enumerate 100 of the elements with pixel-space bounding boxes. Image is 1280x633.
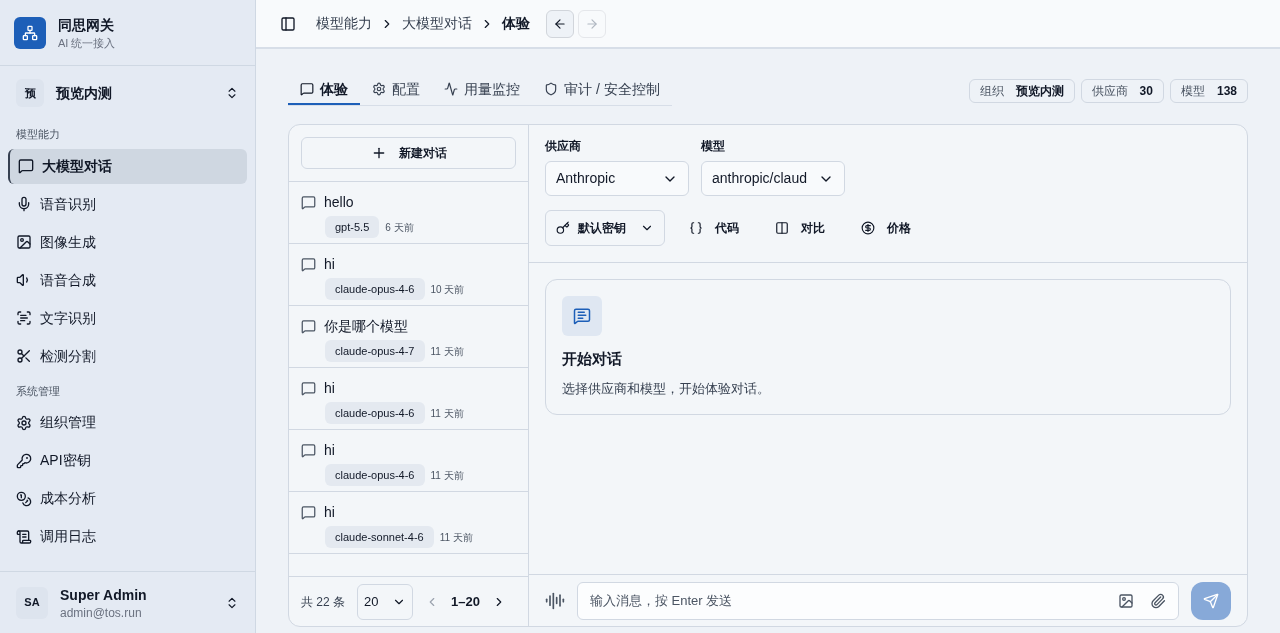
conversation-time: 11 天前 — [430, 468, 464, 483]
conversation-time: 6 天前 — [385, 220, 414, 235]
chat-icon — [301, 505, 316, 520]
columns-icon — [775, 221, 789, 235]
scissors-icon — [16, 348, 32, 364]
chat-icon — [301, 257, 316, 272]
send-icon — [1203, 592, 1219, 609]
stat-chip: 模型 138 — [1169, 78, 1248, 103]
chat-icon — [301, 381, 316, 396]
section-heading: 系统管理 — [15, 383, 61, 399]
tab[interactable]: 审计 / 安全控制 — [532, 75, 672, 105]
conversation-item[interactable]: hi claude-sonnet-4-6 11 天前 — [289, 492, 528, 554]
scan-text-icon — [16, 310, 32, 326]
microphone-icon — [16, 196, 32, 212]
workspace-badge: 预 — [16, 79, 44, 107]
toolbar-button[interactable]: 价格 — [849, 210, 923, 246]
image-icon[interactable] — [1118, 592, 1134, 609]
settings-icon — [16, 414, 32, 431]
breadcrumb-item: 体验 — [502, 14, 530, 33]
sidebar-item[interactable]: API密钥 — [8, 443, 247, 478]
sidebar-item[interactable]: 大模型对话 — [8, 148, 247, 184]
tab[interactable]: 用量监控 — [432, 75, 532, 105]
paperclip-icon[interactable] — [1150, 592, 1166, 609]
key-select[interactable]: 默认密钥 — [545, 210, 665, 246]
conversation-title: 你是哪个模型 — [324, 317, 408, 336]
total-count: 共 22 条 — [301, 593, 345, 611]
conversation-time: 11 天前 — [430, 406, 464, 421]
sidebar-item[interactable]: 语音合成 — [8, 262, 247, 298]
sidebar-item[interactable]: 检测分割 — [8, 338, 247, 374]
model-tag: claude-opus-4-7 — [325, 340, 425, 362]
sidebar-item[interactable]: 组织管理 — [8, 405, 247, 440]
conversation-item[interactable]: hi claude-opus-4-6 11 天前 — [289, 430, 528, 492]
chat-text-icon — [562, 296, 602, 336]
model-tag: claude-sonnet-4-6 — [325, 526, 434, 548]
user-avatar: SA — [16, 586, 48, 619]
sidebar-toggle-icon[interactable] — [280, 15, 296, 32]
sidebar-item[interactable]: 文字识别 — [8, 300, 247, 336]
message-input[interactable]: 输入消息，按 Enter 发送 — [590, 590, 1102, 611]
model-tag: claude-opus-4-6 — [325, 464, 425, 486]
shield-icon — [544, 82, 558, 96]
workspace-switcher[interactable]: 预 预览内测 — [16, 78, 239, 108]
conversation-item[interactable]: hi claude-opus-4-6 11 天前 — [289, 368, 528, 430]
settings-icon — [372, 82, 386, 96]
chat-icon — [301, 443, 316, 458]
conversation-title: hi — [324, 503, 335, 522]
field-label: 模型 — [701, 138, 726, 155]
conversation-title: hi — [324, 379, 335, 398]
sidebar-item[interactable]: 语音识别 — [8, 186, 247, 222]
new-chat-button[interactable]: 新建对话 — [301, 137, 516, 169]
conversation-title: hi — [324, 441, 335, 460]
arrow-right-icon — [585, 16, 599, 31]
scroll-icon — [16, 528, 32, 545]
user-email: admin@tos.run — [60, 604, 143, 621]
toolbar-button[interactable]: 对比 — [763, 210, 837, 246]
model-tag: claude-opus-4-6 — [325, 402, 425, 424]
image-icon — [16, 234, 32, 250]
chat-icon — [300, 82, 314, 96]
conversation-title: hello — [324, 193, 354, 212]
empty-state-title: 开始对话 — [562, 349, 623, 369]
model-tag: gpt-5.5 — [325, 216, 380, 238]
breadcrumb-item[interactable]: 模型能力 — [316, 13, 372, 34]
dollar-icon — [861, 221, 875, 235]
model-select[interactable]: anthropic/claud — [701, 161, 845, 196]
chat-icon — [301, 319, 316, 334]
breadcrumb-item[interactable]: 大模型对话 — [402, 13, 472, 34]
empty-state-text: 选择供应商和模型，开始体验对话。 — [562, 379, 771, 398]
conversation-item[interactable]: 你是哪个模型 claude-opus-4-7 11 天前 — [289, 306, 528, 368]
sidebar-item[interactable]: 调用日志 — [8, 519, 247, 554]
stat-chip: 供应商 30 — [1080, 78, 1164, 103]
brand-subtitle: AI 统一接入 — [58, 35, 116, 51]
page-range: 1–20 — [451, 592, 480, 611]
tab[interactable]: 配置 — [360, 75, 432, 105]
sidebar-item[interactable]: 成本分析 — [8, 481, 247, 516]
section-heading: 模型能力 — [15, 127, 61, 142]
arrow-left-icon — [553, 16, 567, 31]
braces-icon — [689, 221, 703, 235]
conversation-item[interactable]: hello gpt-5.5 6 天前 — [289, 182, 528, 244]
page-size-select[interactable]: 20 — [357, 583, 413, 620]
model-tag: claude-opus-4-6 — [325, 278, 425, 300]
conversation-title: hi — [324, 255, 335, 274]
back-button[interactable] — [546, 9, 574, 38]
conversation-time: 11 天前 — [430, 344, 464, 359]
conversation-item[interactable]: hi claude-opus-4-6 10 天前 — [289, 244, 528, 306]
logo-icon — [14, 16, 46, 49]
activity-icon — [444, 82, 458, 96]
coins-icon — [16, 490, 32, 507]
toolbar-button[interactable]: 代码 — [677, 210, 751, 246]
provider-select[interactable]: Anthropic — [545, 161, 689, 196]
user-name: Super Admin — [60, 585, 148, 605]
field-label: 供应商 — [545, 138, 582, 155]
sidebar-item[interactable]: 图像生成 — [8, 224, 247, 260]
voice-input-icon[interactable] — [545, 590, 565, 611]
chat-icon — [18, 158, 34, 174]
key-icon — [16, 452, 32, 469]
message-field[interactable]: 输入消息，按 Enter 发送 — [577, 581, 1179, 620]
tab[interactable]: 体验 — [288, 75, 360, 105]
chat-icon — [301, 195, 316, 210]
key-icon — [556, 221, 570, 235]
conversation-time: 10 天前 — [430, 282, 465, 297]
brand-title: 同思网关 — [58, 15, 115, 35]
